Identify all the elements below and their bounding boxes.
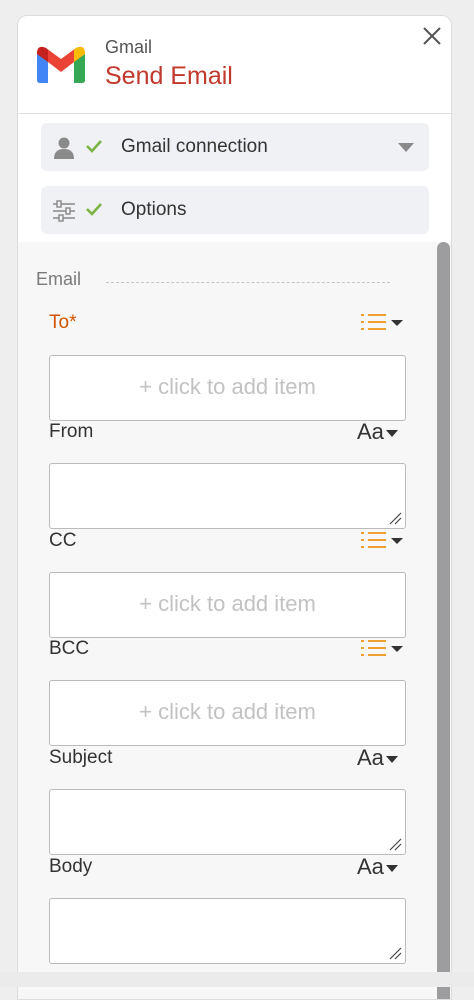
from-label: From [49, 421, 94, 442]
app-name: Gmail [105, 37, 153, 57]
action-title: Send Email [105, 62, 233, 90]
caret-down-icon [385, 755, 398, 763]
gmail-logo [37, 46, 85, 83]
to-input[interactable]: + click to add item [49, 355, 406, 421]
from-textarea[interactable] [49, 463, 406, 529]
checkmark-icon [86, 203, 102, 216]
subject-textarea[interactable] [49, 789, 406, 855]
text-type-label: Aa [357, 745, 384, 770]
close-icon[interactable] [419, 23, 445, 49]
caret-down-icon[interactable] [398, 143, 414, 152]
list-icon[interactable] [360, 637, 404, 659]
add-item-placeholder[interactable]: + click to add item [50, 591, 405, 617]
text-type-selector[interactable]: Aa [357, 419, 398, 445]
user-icon [54, 137, 74, 159]
body-label: Body [49, 856, 93, 877]
footer-strip [0, 972, 474, 987]
text-type-label: Aa [357, 419, 384, 444]
subject-label: Subject [49, 747, 113, 768]
resize-grip-icon[interactable] [389, 838, 402, 851]
add-item-placeholder[interactable]: + click to add item [50, 699, 405, 725]
options-label: Options [121, 199, 187, 220]
add-item-placeholder[interactable]: + click to add item [50, 374, 405, 400]
cc-label: CC [49, 530, 77, 551]
list-icon[interactable] [360, 529, 404, 551]
sliders-icon [53, 200, 75, 222]
checkmark-icon [86, 140, 102, 153]
resize-grip-icon[interactable] [389, 512, 402, 525]
text-type-selector[interactable]: Aa [357, 745, 398, 771]
cc-input[interactable]: + click to add item [49, 572, 406, 638]
bcc-label: BCC [49, 638, 90, 659]
bcc-input[interactable]: + click to add item [49, 680, 406, 746]
text-type-selector[interactable]: Aa [357, 854, 398, 880]
options-section[interactable]: Options [41, 186, 429, 234]
text-type-label: Aa [357, 854, 384, 879]
gmail-connection-label: Gmail connection [121, 136, 268, 157]
caret-down-icon [385, 429, 398, 437]
list-icon[interactable] [360, 311, 404, 333]
scrollbar-thumb[interactable] [437, 242, 450, 999]
caret-down-icon [385, 864, 398, 872]
to-label: To* [49, 312, 77, 333]
group-label-email: Email [36, 269, 82, 289]
gmail-connection-section[interactable]: Gmail connection [41, 123, 429, 171]
send-email-panel: Gmail Send Email Gmail connection Option… [17, 15, 452, 1000]
body-textarea[interactable] [49, 898, 406, 964]
panel-header: Gmail Send Email [18, 16, 451, 114]
group-divider [106, 282, 390, 283]
resize-grip-icon[interactable] [389, 947, 402, 960]
email-form: Email To* + click to add item From Aa CC [18, 242, 451, 999]
